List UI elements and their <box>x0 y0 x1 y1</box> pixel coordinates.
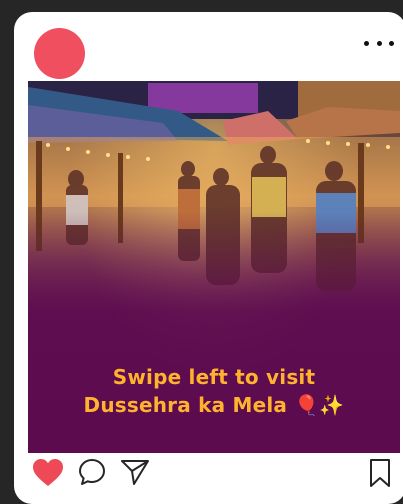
post-caption: Swipe left to visit Dussehra ka Mela 🎈✨ <box>28 363 400 419</box>
avatar[interactable] <box>34 28 85 79</box>
dot <box>376 40 382 46</box>
dot <box>364 40 369 46</box>
caption-line-2: Dussehra ka Mela 🎈✨ <box>83 393 345 417</box>
post-image[interactable]: Swipe left to visit Dussehra ka Mela 🎈✨ <box>28 81 400 453</box>
bookmark-icon[interactable] <box>368 458 392 488</box>
more-options-icon[interactable] <box>364 38 394 48</box>
heart-icon[interactable] <box>32 458 64 488</box>
dot <box>389 40 394 46</box>
caption-line-1: Swipe left to visit <box>112 365 316 389</box>
comment-icon[interactable] <box>78 458 106 486</box>
post-actions <box>32 458 392 490</box>
post-card: Swipe left to visit Dussehra ka Mela 🎈✨ <box>14 12 403 504</box>
send-icon[interactable] <box>120 458 150 486</box>
